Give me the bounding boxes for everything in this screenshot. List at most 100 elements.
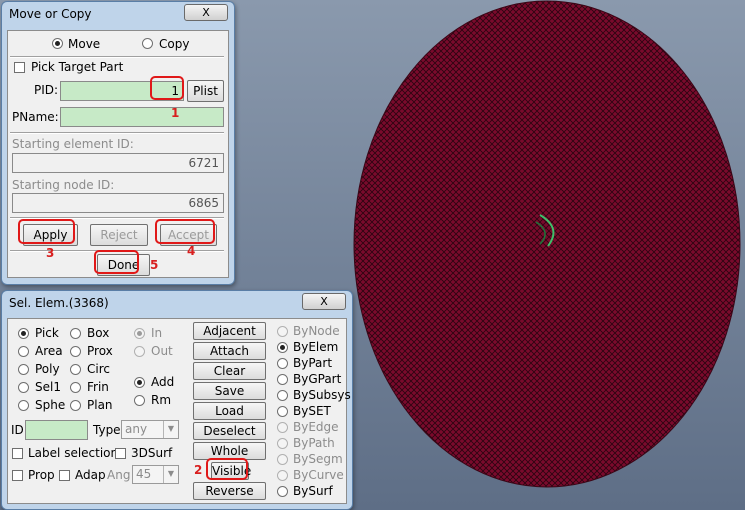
frin-radio[interactable] xyxy=(70,382,81,393)
bysegm-label: BySegm xyxy=(293,452,343,466)
bysubsys-label: BySubsys xyxy=(293,388,351,402)
pick-radio[interactable] xyxy=(18,328,29,339)
label-selection-checkbox[interactable] xyxy=(12,448,23,459)
whole-button[interactable]: Whole xyxy=(193,442,266,460)
annotation-5: 5 xyxy=(150,258,159,272)
bypart-radio[interactable] xyxy=(277,358,288,369)
prop-label: Prop xyxy=(28,468,55,482)
sel-elem-client: Pick Box Area Prox Poly Circ Sel1 Frin S… xyxy=(7,318,351,504)
bynode-radio[interactable] xyxy=(277,326,288,337)
type-label: Type xyxy=(93,423,121,437)
load-button[interactable]: Load xyxy=(193,402,266,420)
accept-button[interactable]: Accept xyxy=(160,224,217,246)
move-copy-title: Move or Copy xyxy=(9,7,92,21)
poly-radio[interactable] xyxy=(18,364,29,375)
start-node-label: Starting node ID: xyxy=(12,178,115,192)
bypath-radio[interactable] xyxy=(277,438,288,449)
rm-radio[interactable] xyxy=(134,395,145,406)
sel-elem-title: Sel. Elem.(3368) xyxy=(9,296,109,310)
frin-label: Frin xyxy=(87,380,109,394)
out-radio[interactable] xyxy=(134,346,145,357)
bygpart-label: ByGPart xyxy=(293,372,342,386)
adjacent-button[interactable]: Adjacent xyxy=(193,322,266,340)
3dsurf-label: 3DSurf xyxy=(131,446,173,460)
byset-radio[interactable] xyxy=(277,406,288,417)
start-element-label: Starting element ID: xyxy=(12,137,134,151)
bycurve-radio[interactable] xyxy=(277,470,288,481)
out-label: Out xyxy=(151,344,173,358)
reverse-button[interactable]: Reverse xyxy=(193,482,266,500)
type-value: any xyxy=(125,422,148,436)
reject-button[interactable]: Reject xyxy=(90,224,148,246)
add-radio[interactable] xyxy=(134,377,145,388)
chevron-down-icon: ▼ xyxy=(163,466,178,483)
bysubsys-radio[interactable] xyxy=(277,390,288,401)
pname-input[interactable] xyxy=(60,107,224,127)
sel1-radio[interactable] xyxy=(18,382,29,393)
pick-target-label: Pick Target Part xyxy=(31,60,124,74)
id-label: ID xyxy=(11,423,24,437)
start-element-input: 6721 xyxy=(12,153,224,173)
adap-checkbox[interactable] xyxy=(59,470,70,481)
pid-input[interactable]: 1 xyxy=(60,81,184,101)
sel-elem-titlebar[interactable]: Sel. Elem.(3368) X xyxy=(2,291,352,315)
close-button[interactable]: X xyxy=(184,4,228,21)
copy-label: Copy xyxy=(159,37,190,51)
move-radio[interactable] xyxy=(52,38,63,49)
circ-label: Circ xyxy=(87,362,110,376)
move-copy-client: Move Copy Pick Target Part PID: 1 Plist … xyxy=(7,30,229,278)
sel-elem-dialog: Sel. Elem.(3368) X Pick Box Area Prox Po… xyxy=(1,290,353,510)
bysegm-radio[interactable] xyxy=(277,454,288,465)
type-select[interactable]: any ▼ xyxy=(121,420,179,439)
pick-target-checkbox[interactable] xyxy=(14,62,25,73)
byedge-label: ByEdge xyxy=(293,420,339,434)
bycurve-label: ByCurve xyxy=(293,468,344,482)
separator xyxy=(10,56,224,58)
byset-label: BySET xyxy=(293,404,331,418)
clear-button[interactable]: Clear xyxy=(193,362,266,380)
byedge-radio[interactable] xyxy=(277,422,288,433)
done-button[interactable]: Done xyxy=(97,254,150,276)
in-radio[interactable] xyxy=(134,328,145,339)
bypart-label: ByPart xyxy=(293,356,333,370)
save-button[interactable]: Save xyxy=(193,382,266,400)
poly-label: Poly xyxy=(35,362,60,376)
box-radio[interactable] xyxy=(70,328,81,339)
sphe-radio[interactable] xyxy=(18,400,29,411)
plist-button[interactable]: Plist xyxy=(187,80,224,102)
box-label: Box xyxy=(87,326,110,340)
annotation-1: 1 xyxy=(171,106,180,120)
byelem-label: ByElem xyxy=(293,340,339,354)
disc-mesh xyxy=(353,0,741,488)
move-label: Move xyxy=(68,37,101,51)
rm-label: Rm xyxy=(151,393,172,407)
bypath-label: ByPath xyxy=(293,436,335,450)
plan-radio[interactable] xyxy=(70,400,81,411)
id-input[interactable] xyxy=(25,420,88,440)
annotation-4: 4 xyxy=(187,244,196,258)
separator xyxy=(10,217,224,219)
deselect-button[interactable]: Deselect xyxy=(193,422,266,440)
add-label: Add xyxy=(151,375,175,389)
area-radio[interactable] xyxy=(18,346,29,357)
move-copy-titlebar[interactable]: Move or Copy X xyxy=(2,2,234,26)
visible-button[interactable]: Visible xyxy=(211,462,251,480)
apply-button[interactable]: Apply xyxy=(23,224,78,246)
bysurf-radio[interactable] xyxy=(277,486,288,497)
label-selection-label: Label selection xyxy=(28,446,119,460)
circ-radio[interactable] xyxy=(70,364,81,375)
copy-radio[interactable] xyxy=(142,38,153,49)
prop-checkbox[interactable] xyxy=(12,470,23,481)
bynode-label: ByNode xyxy=(293,324,340,338)
plan-label: Plan xyxy=(87,398,113,412)
prox-label: Prox xyxy=(87,344,113,358)
chevron-down-icon: ▼ xyxy=(163,421,178,438)
bygpart-radio[interactable] xyxy=(277,374,288,385)
byelem-radio[interactable] xyxy=(277,342,288,353)
3dsurf-checkbox[interactable] xyxy=(115,448,126,459)
prox-radio[interactable] xyxy=(70,346,81,357)
separator xyxy=(10,132,224,134)
attach-button[interactable]: Attach xyxy=(193,342,266,360)
ang-select[interactable]: 45 ▼ xyxy=(132,465,179,484)
close-button[interactable]: X xyxy=(302,293,346,310)
